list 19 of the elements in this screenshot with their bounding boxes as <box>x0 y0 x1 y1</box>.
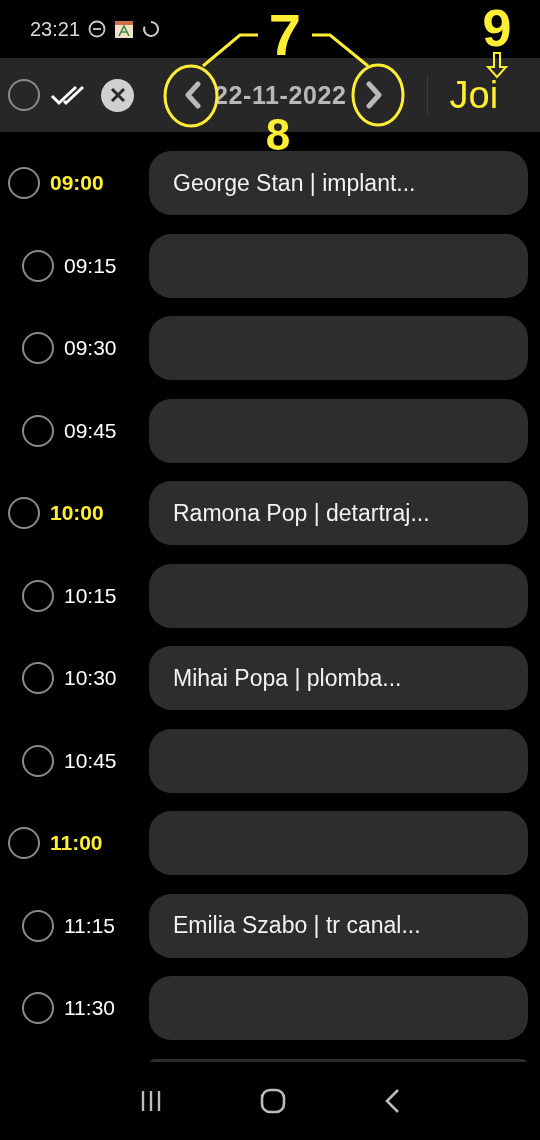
slot-time: 09:45 <box>64 418 117 443</box>
slot-time: 09:00 <box>50 171 104 195</box>
slot-time: 09:30 <box>64 336 117 360</box>
status-time: 23:21 <box>30 17 81 41</box>
weekday-label: Joi <box>449 73 499 117</box>
appointment-slot[interactable]: George Stan | implant... <box>149 151 528 215</box>
appointment-slot[interactable]: Mihai Popa | plomba... <box>149 646 528 710</box>
slot-time: 10:15 <box>64 583 117 608</box>
appointment-slot[interactable]: Ramona Pop | detartraj... <box>149 481 528 545</box>
slot-time: 10:30 <box>64 666 117 690</box>
slot-time: 10:45 <box>64 748 117 773</box>
slot-time: 09:15 <box>64 253 117 278</box>
appointment-slot[interactable]: Emilia Szabo | tr canal... <box>149 893 528 958</box>
slot-time: 10:00 <box>50 501 104 525</box>
callout-number: 7 <box>268 2 302 67</box>
slot-time: 11:15 <box>64 913 115 938</box>
callout-number: 9 <box>482 0 512 57</box>
slot-time: 11:00 <box>50 831 103 855</box>
slot-time: 11:30 <box>64 996 115 1020</box>
